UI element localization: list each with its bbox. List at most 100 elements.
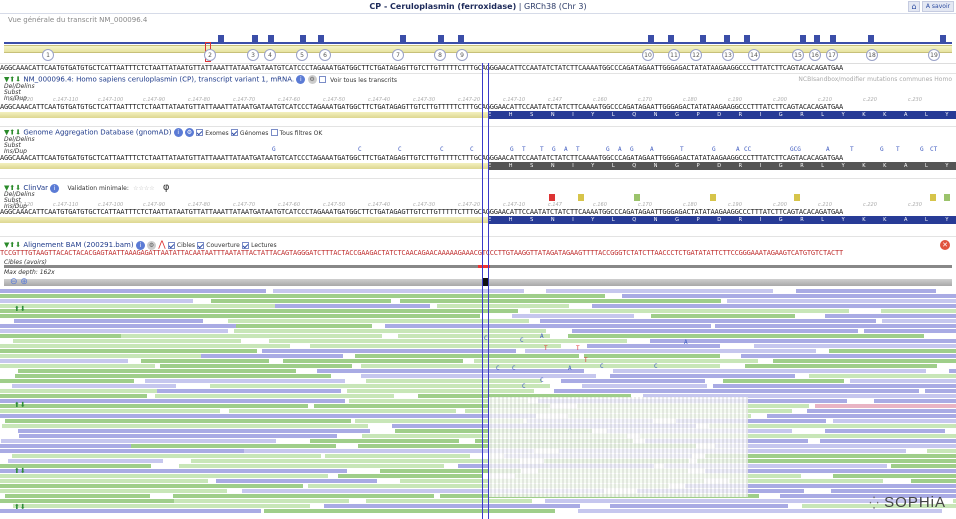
sequencing-read[interactable] xyxy=(18,429,371,433)
exon-block[interactable] xyxy=(668,35,674,43)
exon-number-18[interactable]: 18 xyxy=(866,49,878,61)
sequencing-read[interactable] xyxy=(13,504,310,508)
sequencing-read[interactable] xyxy=(0,304,277,308)
sequencing-read[interactable] xyxy=(829,349,956,353)
exon-number-6[interactable]: 6 xyxy=(319,49,331,61)
position-cursor[interactable] xyxy=(488,63,489,519)
gnomad-variant[interactable]: G xyxy=(920,146,924,153)
sequencing-read[interactable] xyxy=(361,374,596,378)
sequencing-read[interactable] xyxy=(881,309,956,313)
genomes-checkbox[interactable] xyxy=(230,129,238,136)
sequencing-read[interactable] xyxy=(714,324,956,328)
sequencing-read[interactable] xyxy=(712,384,956,388)
filters-ok-checkbox[interactable] xyxy=(270,129,278,136)
sequencing-read[interactable] xyxy=(144,379,345,383)
sequencing-read[interactable] xyxy=(210,299,392,303)
gnomad-title[interactable]: Genome Aggregation Database (gnomAD) xyxy=(23,129,171,137)
sequencing-read[interactable] xyxy=(228,409,457,413)
sequencing-read[interactable] xyxy=(622,294,956,298)
sequencing-read[interactable] xyxy=(436,304,569,308)
exon-block[interactable] xyxy=(252,35,258,43)
alignment-reads[interactable]: ⬆⬇ ⬆⬇ ⬆⬇ ⬆⬇ CCATTTCACCCCAC xyxy=(0,287,956,519)
settings-icon[interactable]: ⚙ xyxy=(184,128,194,137)
sequencing-read[interactable] xyxy=(399,299,721,303)
exon-block[interactable] xyxy=(438,35,444,43)
cibles-checkbox[interactable] xyxy=(167,241,175,249)
sequencing-read[interactable] xyxy=(0,489,227,493)
sequencing-read[interactable] xyxy=(584,354,720,358)
exon-block[interactable] xyxy=(800,35,806,43)
sequencing-read[interactable] xyxy=(553,389,919,393)
sequencing-read[interactable] xyxy=(264,509,555,513)
sequencing-read[interactable] xyxy=(0,389,158,393)
sequencing-read[interactable] xyxy=(1,424,369,428)
exomes-checkbox[interactable] xyxy=(196,129,204,136)
exon-number-14[interactable]: 14 xyxy=(748,49,760,61)
sequencing-read[interactable] xyxy=(0,449,246,453)
sequencing-read[interactable] xyxy=(0,309,338,313)
gnomad-variant[interactable]: G xyxy=(880,146,884,153)
sequencing-read[interactable] xyxy=(227,319,530,323)
sequencing-read[interactable] xyxy=(13,319,203,323)
sequencing-read[interactable] xyxy=(0,414,256,418)
sequencing-read[interactable] xyxy=(346,389,534,393)
sequencing-read[interactable] xyxy=(0,314,205,318)
sequencing-read[interactable] xyxy=(927,449,956,453)
sequencing-read[interactable] xyxy=(336,309,518,313)
sequencing-read[interactable] xyxy=(613,369,927,373)
gnomad-variant[interactable]: T xyxy=(576,146,580,153)
home-icon[interactable]: ⌂ xyxy=(908,1,920,12)
sequencing-read[interactable] xyxy=(234,329,547,333)
exon-number-3[interactable]: 3 xyxy=(247,49,259,61)
sequencing-read[interactable] xyxy=(806,409,956,413)
sequencing-read[interactable] xyxy=(4,419,351,423)
sequencing-read[interactable] xyxy=(316,369,585,373)
sequencing-read[interactable] xyxy=(173,499,350,503)
gnomad-variant[interactable]: A xyxy=(618,146,622,153)
sequencing-read[interactable] xyxy=(121,334,382,338)
sequencing-read[interactable] xyxy=(651,314,795,318)
exon-number-15[interactable]: 15 xyxy=(792,49,804,61)
sequencing-read[interactable] xyxy=(0,474,329,478)
gnomad-variant[interactable]: T xyxy=(680,146,684,153)
refseq-track-header[interactable]: ▼⬆⬇ NM_000096.4: Homo sapiens ceruloplas… xyxy=(4,75,397,84)
exon-number-2[interactable]: 2 xyxy=(204,49,216,61)
a-savoir-button[interactable]: A savoir xyxy=(922,1,954,12)
sequencing-read[interactable] xyxy=(360,364,721,368)
sequencing-read[interactable] xyxy=(722,379,844,383)
sequencing-read[interactable] xyxy=(544,499,922,503)
sequencing-read[interactable] xyxy=(0,329,228,333)
sequencing-read[interactable] xyxy=(354,354,580,358)
sequencing-read[interactable] xyxy=(0,364,155,368)
show-all-transcripts-checkbox[interactable] xyxy=(318,76,326,83)
sequencing-read[interactable] xyxy=(850,379,956,383)
gnomad-variant[interactable]: C xyxy=(440,146,444,153)
sequencing-read[interactable] xyxy=(873,399,956,403)
sequencing-read[interactable] xyxy=(12,384,176,388)
info-icon[interactable]: i xyxy=(296,75,306,84)
sequencing-read[interactable] xyxy=(0,484,304,488)
exon-block[interactable] xyxy=(724,35,730,43)
exon-number-4[interactable]: 4 xyxy=(264,49,276,61)
sequencing-read[interactable] xyxy=(815,404,956,408)
exon-block[interactable] xyxy=(218,35,224,43)
gnomad-track-header[interactable]: ▼⬆⬇ Genome Aggregation Database (gnomAD)… xyxy=(4,128,322,137)
gnomad-variant[interactable]: G xyxy=(712,146,716,153)
gnomad-variant[interactable]: A xyxy=(736,146,740,153)
sequencing-read[interactable] xyxy=(728,479,884,483)
exon-number-13[interactable]: 13 xyxy=(722,49,734,61)
exon-block[interactable] xyxy=(458,35,464,43)
sequencing-read[interactable] xyxy=(592,304,956,308)
sequencing-read[interactable] xyxy=(160,364,353,368)
exon-block[interactable] xyxy=(268,35,274,43)
sequencing-read[interactable] xyxy=(272,289,525,293)
clinvar-variant-vus[interactable] xyxy=(794,194,800,201)
exon-block[interactable] xyxy=(814,35,820,43)
sequencing-read[interactable] xyxy=(0,299,194,303)
sequencing-read[interactable] xyxy=(201,354,344,358)
star-rating[interactable]: ☆☆☆☆ xyxy=(133,185,155,192)
sequencing-read[interactable] xyxy=(309,439,460,443)
sequencing-read[interactable] xyxy=(753,344,956,348)
sequencing-read[interactable] xyxy=(325,454,471,458)
gear-icon[interactable]: ⚙ xyxy=(307,75,317,84)
